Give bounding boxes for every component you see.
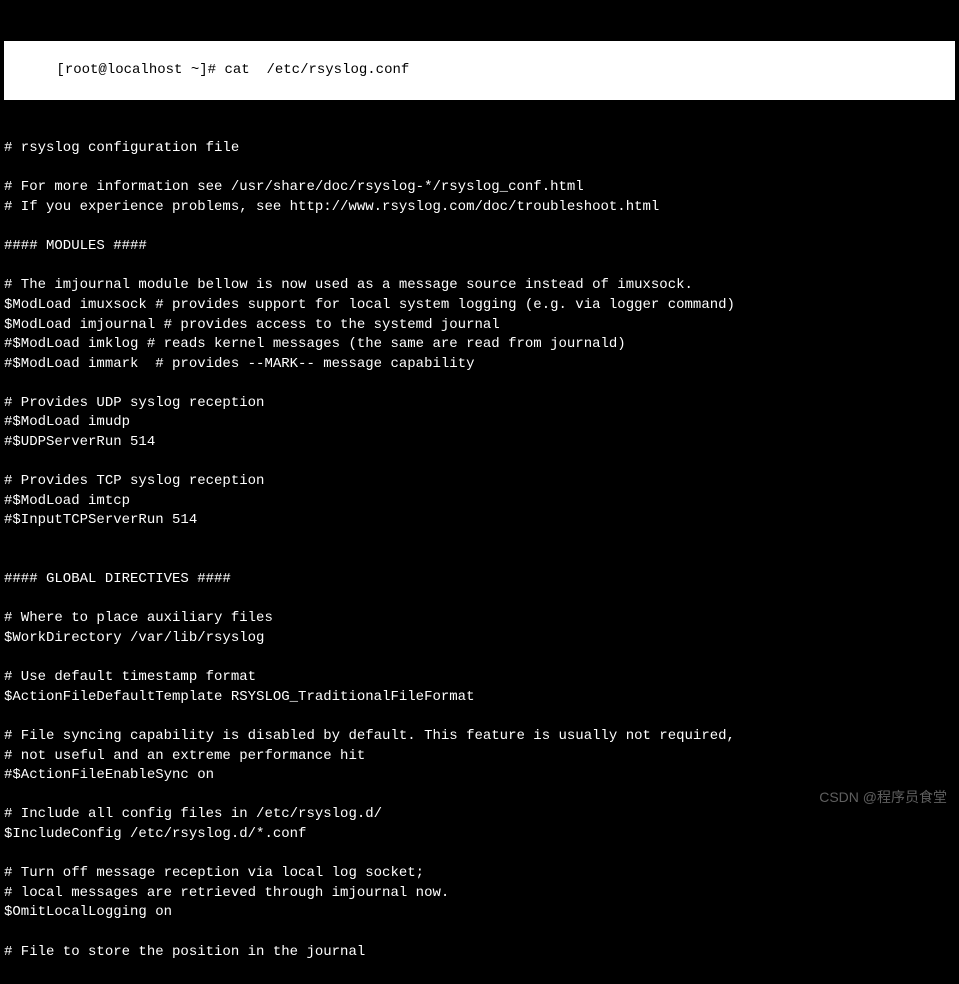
output-line: # Where to place auxiliary files	[4, 609, 955, 629]
output-line: $WorkDirectory /var/lib/rsyslog	[4, 629, 955, 649]
output-line: #$UDPServerRun 514	[4, 433, 955, 453]
command-text: cat /etc/rsyslog.conf	[224, 62, 409, 78]
output-line: # Use default timestamp format	[4, 668, 955, 688]
output-line: #### MODULES ####	[4, 237, 955, 257]
output-line: #$ActionFileEnableSync on	[4, 766, 955, 786]
output-line: $ModLoad imjournal # provides access to …	[4, 316, 955, 336]
output-line: $ModLoad imuxsock # provides support for…	[4, 296, 955, 316]
terminal-window[interactable]: [root@localhost ~]# cat /etc/rsyslog.con…	[0, 0, 959, 984]
output-line: # not useful and an extreme performance …	[4, 747, 955, 767]
output-line	[4, 453, 955, 473]
output-line	[4, 590, 955, 610]
output-line	[4, 218, 955, 238]
output-line	[4, 707, 955, 727]
output-line: # File syncing capability is disabled by…	[4, 727, 955, 747]
output-line	[4, 845, 955, 865]
shell-prompt: [root@localhost ~]# cat /etc/rsyslog.con…	[6, 41, 409, 100]
output-line: #$ModLoad imudp	[4, 413, 955, 433]
output-line: #### GLOBAL DIRECTIVES ####	[4, 570, 955, 590]
output-line	[4, 786, 955, 806]
output-line	[4, 531, 955, 551]
output-line: # For more information see /usr/share/do…	[4, 178, 955, 198]
watermark-text: CSDN @程序员食堂	[819, 788, 947, 808]
output-line: # File to store the position in the jour…	[4, 943, 955, 963]
output-line: #$ModLoad imtcp	[4, 492, 955, 512]
terminal-output[interactable]: # rsyslog configuration file # For more …	[4, 139, 955, 962]
output-line	[4, 159, 955, 179]
output-line	[4, 551, 955, 571]
output-line: # Turn off message reception via local l…	[4, 864, 955, 884]
output-line: #$ModLoad imklog # reads kernel messages…	[4, 335, 955, 355]
terminal-title-bar: [root@localhost ~]# cat /etc/rsyslog.con…	[4, 41, 955, 100]
output-line	[4, 923, 955, 943]
output-line: $OmitLocalLogging on	[4, 903, 955, 923]
output-line: # Include all config files in /etc/rsysl…	[4, 805, 955, 825]
output-line: # Provides UDP syslog reception	[4, 394, 955, 414]
title-bar-filler	[409, 41, 953, 100]
output-line: $IncludeConfig /etc/rsyslog.d/*.conf	[4, 825, 955, 845]
output-line	[4, 257, 955, 277]
output-line	[4, 374, 955, 394]
output-line: # The imjournal module bellow is now use…	[4, 276, 955, 296]
output-line: # rsyslog configuration file	[4, 139, 955, 159]
output-line: $ActionFileDefaultTemplate RSYSLOG_Tradi…	[4, 688, 955, 708]
output-line: #$ModLoad immark # provides --MARK-- mes…	[4, 355, 955, 375]
output-line: # If you experience problems, see http:/…	[4, 198, 955, 218]
prompt-text: [root@localhost ~]#	[56, 62, 224, 78]
output-line: # Provides TCP syslog reception	[4, 472, 955, 492]
output-line: #$InputTCPServerRun 514	[4, 511, 955, 531]
output-line	[4, 649, 955, 669]
output-line: # local messages are retrieved through i…	[4, 884, 955, 904]
